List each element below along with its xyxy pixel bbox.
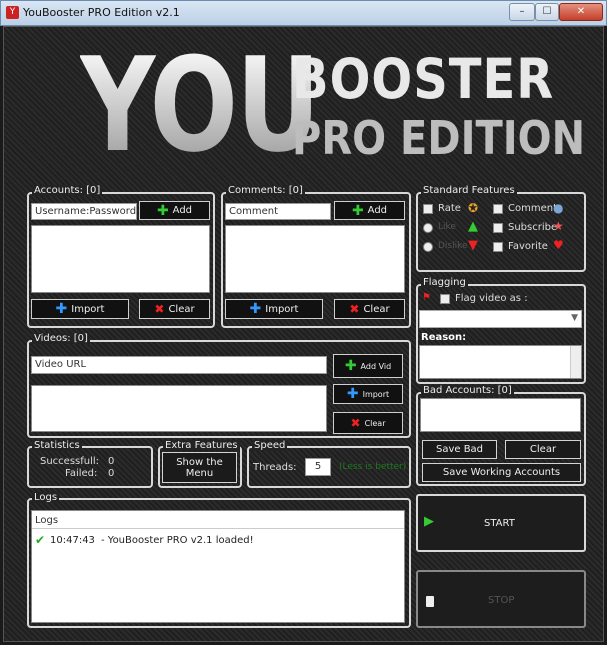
speed-hint: (Less is better) — [339, 462, 407, 472]
videos-import-button[interactable]: ✚ Import — [333, 384, 403, 404]
accounts-add-button[interactable]: ✚ Add — [139, 201, 210, 220]
stop-button[interactable]: STOP — [416, 570, 586, 628]
subscribe-checkbox[interactable] — [493, 223, 503, 233]
bad-accounts-clear-button[interactable]: Clear — [505, 440, 581, 459]
logo-pro-edition: PRO EDITION — [292, 112, 586, 166]
thumbs-up-icon: ▲ — [468, 219, 478, 234]
comment-label: Comment — [508, 203, 557, 214]
comment-checkbox[interactable] — [493, 204, 503, 214]
logs-header-label: Logs — [35, 515, 59, 526]
subscribe-label: Subscribe — [508, 222, 558, 233]
start-button[interactable]: ▶ START — [416, 494, 586, 552]
logs-header: Logs — [32, 511, 404, 529]
window-titlebar: Y YouBooster PRO Edition v2.1 – ☐ ✕ — [0, 0, 607, 26]
comments-list[interactable] — [225, 225, 405, 293]
plus-icon: ✚ — [156, 202, 169, 219]
clear-x-icon: ✖ — [350, 416, 361, 430]
rate-icon: ✪ — [468, 201, 479, 215]
close-button[interactable]: ✕ — [559, 3, 603, 21]
logo-you: YOU — [80, 28, 320, 182]
extra-features-title: Extra Features — [163, 440, 240, 451]
window-title: YouBooster PRO Edition v2.1 — [23, 6, 180, 19]
clear-x-icon: ✖ — [349, 302, 360, 316]
videos-clear-button[interactable]: ✖ Clear — [333, 412, 403, 434]
failed-label: Failed: — [65, 468, 98, 479]
statistics-group — [27, 446, 153, 488]
dislike-radio[interactable] — [423, 242, 433, 252]
import-icon: ✚ — [346, 386, 359, 402]
flag-type-dropdown[interactable]: ▼ — [419, 310, 582, 328]
plus-icon: ✚ — [351, 202, 364, 219]
minimize-button[interactable]: – — [509, 3, 535, 21]
rate-checkbox[interactable] — [423, 204, 433, 214]
bad-accounts-title: Bad Accounts: [0] — [421, 385, 514, 396]
stop-icon — [426, 596, 434, 607]
comments-import-button[interactable]: ✚ Import — [225, 299, 323, 319]
videos-title: Videos: [0] — [32, 333, 90, 344]
accounts-input[interactable]: Username:Password — [31, 203, 137, 220]
statistics-title: Statistics — [32, 440, 82, 451]
accounts-title: Accounts: [0] — [32, 185, 103, 196]
standard-features-title: Standard Features — [421, 185, 517, 196]
logs-title: Logs — [32, 492, 60, 503]
dislike-label: Dislike — [438, 241, 468, 251]
reason-textarea[interactable] — [419, 345, 582, 379]
accounts-import-button[interactable]: ✚ Import — [31, 299, 129, 319]
reason-scrollbar[interactable] — [570, 346, 581, 378]
threads-label: Threads: — [253, 462, 297, 473]
save-working-accounts-button[interactable]: Save Working Accounts — [422, 463, 581, 482]
thumbs-down-icon: ▼ — [468, 238, 478, 253]
like-label: Like — [438, 222, 456, 232]
flagging-title: Flagging — [421, 277, 468, 288]
videos-list[interactable] — [31, 385, 327, 432]
failed-value: 0 — [108, 468, 115, 479]
maximize-button[interactable]: ☐ — [535, 3, 559, 21]
bad-accounts-list[interactable] — [420, 398, 581, 432]
reason-label: Reason: — [421, 332, 467, 343]
successful-value: 0 — [108, 456, 115, 467]
stop-label: STOP — [488, 595, 515, 606]
play-icon: ▶ — [424, 514, 434, 529]
add-video-button[interactable]: ✚ Add Vid — [333, 354, 403, 378]
chevron-down-icon: ▼ — [571, 313, 578, 323]
rate-label: Rate — [438, 203, 461, 214]
save-bad-button[interactable]: Save Bad — [422, 440, 497, 459]
log-entry[interactable]: ✔ 10:47:43 - YouBooster PRO v2.1 loaded! — [35, 533, 401, 549]
import-icon: ✚ — [55, 301, 68, 317]
show-menu-button[interactable]: Show the Menu — [162, 452, 237, 483]
log-time: 10:47:43 — [50, 535, 95, 546]
favorite-checkbox[interactable] — [493, 242, 503, 252]
flag-video-label: Flag video as : — [455, 293, 528, 304]
comment-bubble-icon: ● — [553, 201, 564, 215]
start-label: START — [484, 518, 515, 529]
speed-title: Speed — [252, 440, 288, 451]
logo-booster: BOOSTER — [292, 47, 555, 112]
check-icon: ✔ — [35, 533, 46, 547]
accounts-list[interactable] — [31, 225, 210, 293]
heart-icon: ♥ — [553, 238, 564, 252]
clear-x-icon: ✖ — [154, 302, 165, 316]
threads-input[interactable]: 5 — [305, 458, 331, 476]
accounts-clear-button[interactable]: ✖ Clear — [139, 299, 210, 319]
flag-icon: ⚑ — [422, 292, 431, 303]
logs-listview[interactable]: Logs ✔ 10:47:43 - YouBooster PRO v2.1 lo… — [31, 510, 405, 623]
comments-input[interactable]: Comment — [225, 203, 331, 220]
app-icon: Y — [6, 6, 19, 19]
plus-icon: ✚ — [344, 358, 357, 374]
like-radio[interactable] — [423, 223, 433, 233]
favorite-label: Favorite — [508, 241, 548, 252]
video-url-input[interactable]: Video URL — [31, 356, 327, 374]
star-icon: ★ — [553, 219, 564, 233]
import-icon: ✚ — [249, 301, 262, 317]
comments-add-button[interactable]: ✚ Add — [334, 201, 405, 220]
comments-title: Comments: [0] — [226, 185, 305, 196]
log-text: - YouBooster PRO v2.1 loaded! — [101, 535, 254, 546]
comments-clear-button[interactable]: ✖ Clear — [334, 299, 405, 319]
successful-label: Successfull: — [40, 456, 100, 467]
flag-video-checkbox[interactable] — [440, 294, 450, 304]
